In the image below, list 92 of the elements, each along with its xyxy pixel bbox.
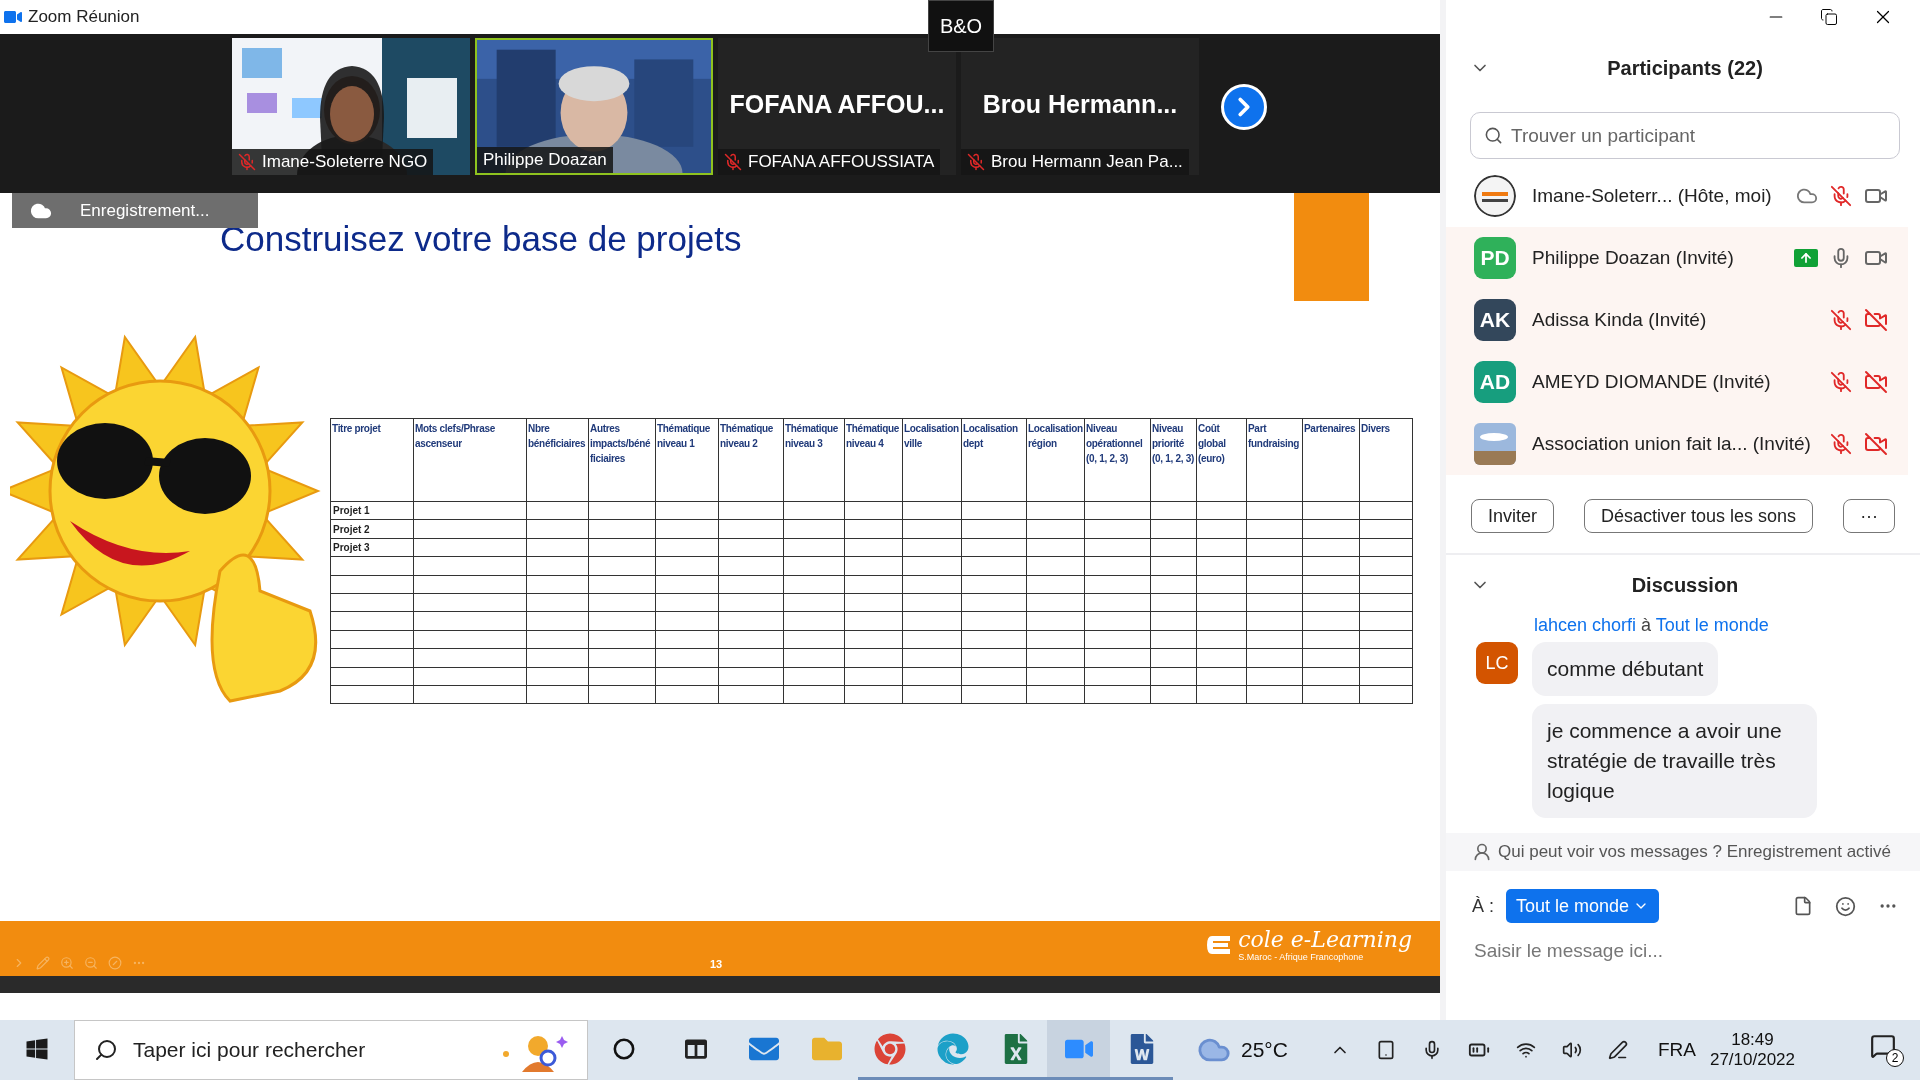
file-icon[interactable] (1793, 896, 1813, 916)
participant-name: AMEYD DIOMANDE (Invité) (1532, 371, 1772, 393)
logo-tagline: S.Maroc - Afrique Francophone (1238, 952, 1364, 962)
column-header: Thématique niveau 2 (718, 418, 784, 502)
participant-name: FOFANA AFFOU... (728, 90, 946, 119)
table-cell: Projet 3 (330, 538, 414, 557)
pen-icon (36, 956, 50, 970)
temperature: 25°C (1241, 1038, 1288, 1062)
muted-mic-icon (724, 153, 742, 171)
participant-row[interactable]: AD AMEYD DIOMANDE (Invité) (1446, 351, 1908, 413)
column-header: Thématique niveau 3 (783, 418, 845, 502)
message-sender: lahcen chorfi à Tout le monde (1534, 615, 1770, 636)
video-tile[interactable]: Imane-Soleterre NGO (232, 38, 470, 175)
name-label: Philippe Doazan (477, 147, 613, 173)
video-tile[interactable]: Brou Hermann... Brou Hermann Jean Pa... (961, 38, 1199, 175)
column-header: Part fundraising (1246, 418, 1303, 502)
column-header: Coût global (euro) (1196, 418, 1247, 502)
name-label: Brou Hermann Jean Pa... (961, 149, 1189, 175)
column-header: Thématique niveau 4 (844, 418, 903, 502)
column-header: Titre projet (330, 418, 414, 502)
participant-row[interactable]: Association union fait la... (Invité) (1446, 413, 1908, 475)
video-off-icon (1864, 432, 1888, 456)
logo: B&O (928, 0, 994, 52)
avatar: AK (1474, 299, 1516, 341)
column-header: Nbre bénéficiaires (526, 418, 589, 502)
video-off-icon (1864, 308, 1888, 332)
language-indicator: FRA (1657, 1039, 1696, 1061)
windows-icon (25, 1036, 49, 1061)
message-bubble: comme débutant (1532, 642, 1719, 696)
column-header: Partenaires (1302, 418, 1360, 502)
participant-name: Adissa Kinda (Invité) (1532, 309, 1708, 331)
muted-mic-icon (238, 153, 256, 171)
video-tile[interactable]: Philippe Doazan (475, 38, 713, 175)
participant-row[interactable]: PD Philippe Doazan (Invité) (1446, 227, 1908, 289)
slash-icon (108, 956, 122, 970)
invite-button[interactable]: Inviter (1471, 499, 1555, 533)
muted-mic-icon (1830, 309, 1852, 331)
column-header: Autres impacts/béné ficiaires (588, 418, 656, 502)
muted-mic-icon (1830, 371, 1852, 393)
volume-icon[interactable] (1561, 1040, 1582, 1060)
column-header: Localisation ville (902, 418, 962, 502)
column-header: Localisation région (1026, 418, 1085, 502)
participant-row[interactable]: AK Adissa Kinda (Invité) (1446, 289, 1908, 351)
taskbar-search-field[interactable]: Taper ici pour rechercher (74, 1020, 588, 1080)
emoji-icon[interactable] (1835, 895, 1856, 917)
search-icon (94, 1038, 118, 1062)
recipient-dropdown[interactable]: Tout le monde (1506, 889, 1660, 923)
name-label: Imane-Soleterre NGO (232, 149, 434, 175)
search-field[interactable]: Trouver un participant (1470, 112, 1900, 159)
zoom-in-icon (60, 956, 74, 970)
logo-name: cole e-Learning (1238, 927, 1412, 952)
wifi-icon[interactable] (1515, 1040, 1536, 1060)
pen-icon[interactable] (1607, 1040, 1628, 1060)
notification-count: 2 (1886, 1049, 1904, 1067)
column-header: Thématique niveau 1 (655, 418, 719, 502)
avatar: LC (1476, 642, 1518, 684)
clock-date: 27/10/2022 (1709, 1050, 1795, 1070)
page-number: 13 (710, 958, 723, 970)
video-off-icon (1864, 370, 1888, 394)
privacy-notice: Qui peut voir vos messages ? Enregistrement activé (1498, 842, 1892, 862)
participant-name: Philippe Doazan (Invité) (1532, 247, 1735, 269)
recipient-label: À : (1472, 895, 1494, 917)
participant-name: Association union fait la... (Invité) (1532, 433, 1812, 455)
avatar: AD (1474, 361, 1516, 403)
column-header: Niveau priorité (0, 1, 2, 3) (1150, 418, 1197, 502)
muted-mic-icon (1830, 185, 1852, 207)
window-title: Zoom Réunion (28, 7, 140, 27)
name-label: FOFANA AFFOUSSIATA (718, 149, 941, 175)
column-header: Divers (1359, 418, 1413, 502)
app-icon (4, 8, 22, 26)
participant-name: Brou Hermann... (981, 90, 1179, 119)
table-cell: Projet 2 (330, 519, 414, 539)
column-header: Localisation dept (961, 418, 1027, 502)
mute-all-button[interactable]: Désactiver tous les sons (1584, 499, 1814, 533)
muted-mic-icon (967, 153, 985, 171)
search-icon (1484, 126, 1503, 145)
video-tile[interactable]: FOFANA AFFOU... FOFANA AFFOUSSIATA (718, 38, 956, 175)
participant-name: Imane-Soleterr... (Hôte, moi) (1532, 185, 1773, 207)
zoom-out-icon (84, 956, 98, 970)
more-button[interactable]: ··· (1843, 499, 1896, 533)
restore-icon[interactable] (1820, 8, 1838, 26)
column-header: Niveau opérationnel (0, 1, 2, 3) (1084, 418, 1151, 502)
table-cell: Projet 1 (330, 501, 414, 520)
panel-title: Discussion (1630, 573, 1740, 597)
next-button[interactable] (1221, 84, 1267, 130)
column-header: Mots clefs/Phrase ascenseur (413, 418, 527, 502)
recording-badge: Enregistrement... (12, 193, 258, 228)
avatar: PD (1474, 237, 1516, 279)
muted-mic-icon (1830, 433, 1852, 455)
panel-title: Participants (22) (1606, 56, 1764, 80)
clock-time: 18:49 (1731, 1030, 1774, 1050)
message-bubble: je commence a avoir une stratégie de travaille très logique (1532, 704, 1817, 818)
